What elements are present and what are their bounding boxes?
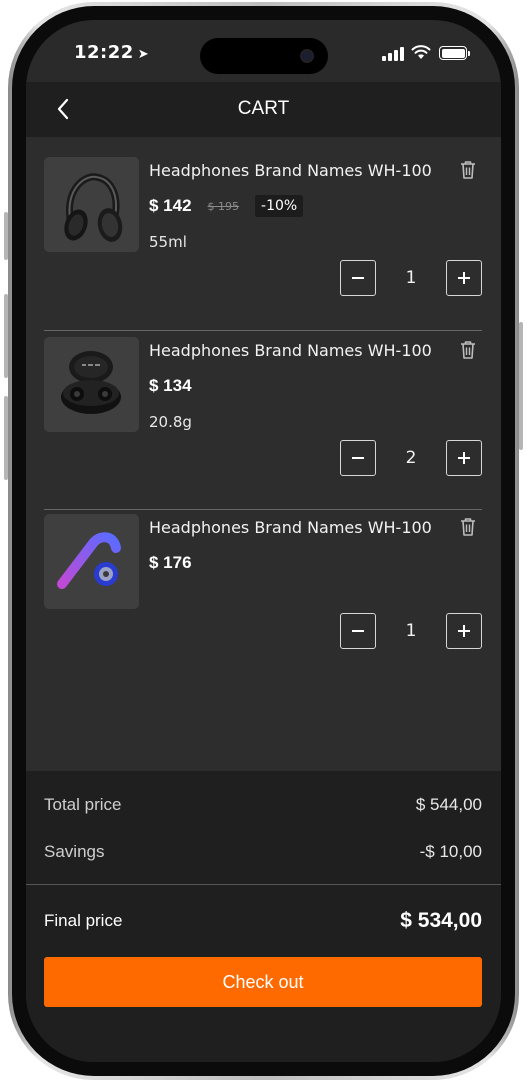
savings-label: Savings bbox=[44, 842, 105, 861]
final-price-row: Final price $ 534,00 bbox=[44, 909, 482, 933]
final-price-value: $ 534,00 bbox=[400, 909, 482, 932]
trash-icon[interactable] bbox=[458, 159, 478, 181]
total-price-label: Total price bbox=[44, 795, 122, 814]
savings-row: Savings -$ 10,00 bbox=[44, 842, 482, 862]
product-price: $ 134 bbox=[149, 376, 192, 395]
price-row: $ 134 bbox=[149, 373, 192, 399]
plus-icon bbox=[458, 452, 470, 464]
volume-down-button bbox=[4, 396, 8, 480]
price-row: $ 142 $ 195 -10% bbox=[149, 193, 304, 219]
volume-up-button bbox=[4, 294, 8, 378]
discount-badge: -10% bbox=[255, 195, 304, 217]
action-button bbox=[4, 212, 8, 260]
total-price-row: Total price $ 544,00 bbox=[44, 795, 482, 815]
item-divider bbox=[44, 330, 482, 331]
header: CART bbox=[26, 82, 501, 137]
total-price-value: $ 544,00 bbox=[415, 795, 482, 814]
cart-item: Headphones Brand Names WH-100 $ 134 20.8… bbox=[44, 337, 482, 497]
battery-icon bbox=[439, 46, 470, 60]
page-title: CART bbox=[237, 98, 290, 119]
product-image-earbuds[interactable] bbox=[44, 337, 139, 432]
product-name[interactable]: Headphones Brand Names WH-100 bbox=[149, 518, 432, 537]
cart-list: Headphones Brand Names WH-100 $ 142 $ 19… bbox=[26, 137, 501, 771]
cart-item: Headphones Brand Names WH-100 $ 176 1 bbox=[44, 514, 482, 674]
product-name[interactable]: Headphones Brand Names WH-100 bbox=[149, 341, 432, 360]
minus-icon bbox=[352, 277, 364, 279]
power-button bbox=[519, 322, 523, 450]
plus-icon bbox=[458, 272, 470, 284]
location-arrow-icon: ➤ bbox=[137, 47, 150, 62]
final-price-label: Final price bbox=[44, 911, 123, 930]
increase-quantity-button[interactable] bbox=[446, 613, 482, 649]
decrease-quantity-button[interactable] bbox=[340, 613, 376, 649]
price-row: $ 176 bbox=[149, 550, 192, 576]
quantity-stepper: 1 bbox=[340, 260, 482, 296]
checkout-button[interactable]: Check out bbox=[44, 957, 482, 1007]
phone-bezel: 12:22 ➤ CART Headphones Brand Names WH-1… bbox=[12, 6, 515, 1076]
decrease-quantity-button[interactable] bbox=[340, 260, 376, 296]
product-variant: 55ml bbox=[149, 233, 187, 251]
decrease-quantity-button[interactable] bbox=[340, 440, 376, 476]
minus-icon bbox=[352, 457, 364, 459]
quantity-value: 1 bbox=[405, 268, 417, 288]
increase-quantity-button[interactable] bbox=[446, 260, 482, 296]
trash-icon[interactable] bbox=[458, 516, 478, 538]
wifi-icon bbox=[411, 45, 431, 59]
phone-frame: 12:22 ➤ CART Headphones Brand Names WH-1… bbox=[8, 2, 519, 1080]
signal-icon bbox=[382, 47, 404, 61]
product-variant: 20.8g bbox=[149, 413, 192, 431]
product-image-headphones[interactable] bbox=[44, 157, 139, 252]
product-name[interactable]: Headphones Brand Names WH-100 bbox=[149, 161, 432, 180]
increase-quantity-button[interactable] bbox=[446, 440, 482, 476]
camera-icon bbox=[300, 49, 314, 63]
product-price: $ 176 bbox=[149, 553, 192, 572]
cart-item: Headphones Brand Names WH-100 $ 142 $ 19… bbox=[44, 157, 482, 317]
old-price: $ 195 bbox=[207, 199, 240, 213]
item-divider bbox=[44, 509, 482, 510]
screen: 12:22 ➤ CART Headphones Brand Names WH-1… bbox=[26, 20, 501, 1062]
product-image-earpiece[interactable] bbox=[44, 514, 139, 609]
quantity-stepper: 1 bbox=[340, 613, 482, 649]
savings-value: -$ 10,00 bbox=[419, 842, 482, 861]
plus-icon bbox=[458, 625, 470, 637]
quantity-value: 2 bbox=[405, 448, 417, 468]
order-summary: Total price $ 544,00 Savings -$ 10,00 Fi… bbox=[26, 771, 501, 1062]
trash-icon[interactable] bbox=[458, 339, 478, 361]
status-time-text: 12:22 bbox=[74, 42, 134, 63]
product-price: $ 142 bbox=[149, 196, 192, 215]
quantity-value: 1 bbox=[405, 621, 417, 641]
status-bar: 12:22 ➤ bbox=[26, 20, 501, 82]
summary-divider bbox=[26, 884, 501, 885]
dynamic-island bbox=[200, 38, 328, 74]
quantity-stepper: 2 bbox=[340, 440, 482, 476]
minus-icon bbox=[352, 630, 364, 632]
status-time: 12:22 ➤ bbox=[74, 42, 149, 63]
